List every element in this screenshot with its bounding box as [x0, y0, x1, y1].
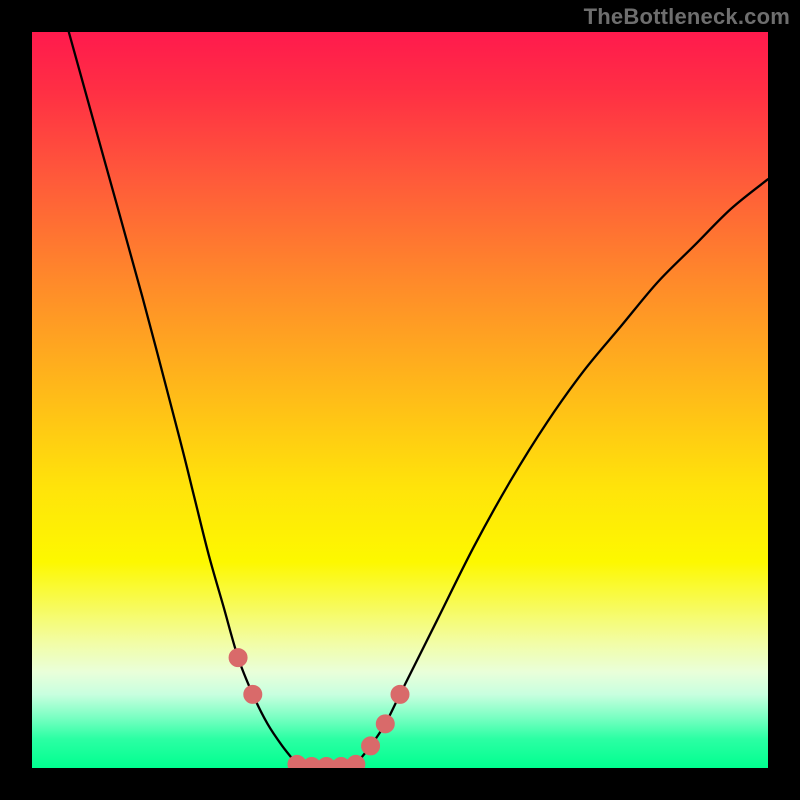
curve-layer [32, 32, 768, 768]
data-marker [347, 755, 365, 768]
marker-group [229, 649, 409, 768]
data-marker [362, 737, 380, 755]
data-marker [244, 685, 262, 703]
curve-left [69, 32, 297, 764]
data-marker [391, 685, 409, 703]
data-marker [376, 715, 394, 733]
watermark-text: TheBottleneck.com [584, 4, 790, 30]
plot-area [32, 32, 768, 768]
data-marker [229, 649, 247, 667]
chart-frame: TheBottleneck.com [0, 0, 800, 800]
curve-right [356, 179, 768, 764]
